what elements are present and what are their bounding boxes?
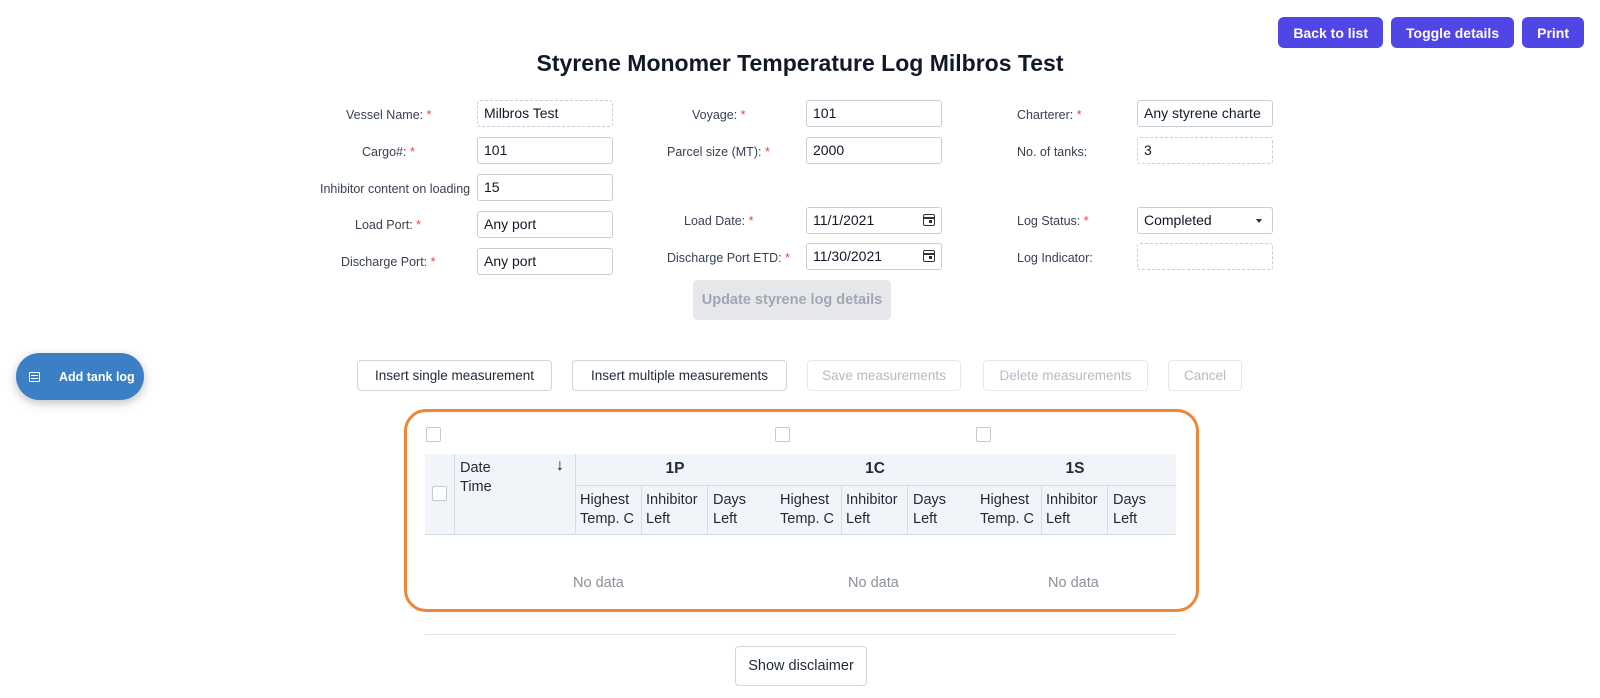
log-status-select[interactable]: Completed [1137,207,1273,234]
voyage-label: Voyage: * [692,108,746,122]
arrow-down-icon[interactable]: ↓ [556,457,564,475]
group-checkbox-1s[interactable] [976,427,991,442]
col-header-1c-temp: Highest Temp. C [780,492,834,527]
cancel-button[interactable]: Cancel [1168,360,1242,391]
log-indicator-field [1137,243,1273,270]
discharge-port-field[interactable]: Any port [477,248,613,275]
discharge-etd-label: Discharge Port ETD: * [667,251,790,265]
add-tank-log-label: Add tank log [59,369,135,384]
group-header-1c: 1C [865,460,885,477]
cargo-field[interactable]: 101 [477,137,613,164]
add-tank-log-button[interactable]: Add tank log [16,353,144,400]
save-measurements-button[interactable]: Save measurements [807,360,961,391]
top-actions: Back to list Toggle details Print [1278,17,1584,48]
charterer-label: Charterer: * [1017,108,1082,122]
divider [425,634,1176,635]
log-status-label: Log Status: * [1017,214,1089,228]
chevron-down-icon [1256,219,1262,223]
table-icon [29,371,40,382]
load-date-field[interactable]: 11/1/2021 [806,207,942,234]
toggle-details-button[interactable]: Toggle details [1391,17,1515,48]
col-header-1p-days: Days Left [713,492,747,527]
load-date-label: Load Date: * [684,214,754,228]
load-port-label: Load Port: * [355,218,422,232]
back-to-list-button[interactable]: Back to list [1278,17,1384,48]
parcel-size-field[interactable]: 2000 [806,137,942,164]
col-header-1p-temp: Highest Temp. C [580,492,634,527]
parcel-size-label: Parcel size (MT): * [667,145,770,159]
col-header-1c-inhibitor: Inhibitor Left [846,492,898,527]
update-log-details-button[interactable]: Update styrene log details [693,280,891,320]
calendar-icon[interactable] [923,214,935,226]
inhibitor-content-label: Inhibitor content on loading [320,182,471,196]
vessel-name-label: Vessel Name: * [346,108,432,122]
date-time-header[interactable]: Date Time [460,459,492,497]
calendar-icon[interactable] [923,250,935,262]
col-header-1s-temp: Highest Temp. C [980,492,1034,527]
col-header-1c-days: Days Left [913,492,947,527]
discharge-etd-field[interactable]: 11/30/2021 [806,243,942,270]
vessel-name-field: Milbros Test [477,100,613,127]
insert-single-measurement-button[interactable]: Insert single measurement [357,360,552,391]
charterer-field[interactable]: Any styrene charte [1137,100,1273,127]
col-header-1s-days: Days Left [1113,492,1147,527]
cargo-label: Cargo#: * [362,145,415,159]
voyage-field[interactable]: 101 [806,100,942,127]
print-button[interactable]: Print [1522,17,1584,48]
no-data-1s: No data [1048,575,1099,591]
group-checkbox-1p[interactable] [426,427,441,442]
show-disclaimer-button[interactable]: Show disclaimer [735,646,867,686]
group-checkbox-1c[interactable] [775,427,790,442]
tanks-label: No. of tanks: [1017,145,1088,159]
group-header-1p: 1P [665,460,685,477]
discharge-port-label: Discharge Port: * [341,255,436,269]
col-header-1s-inhibitor: Inhibitor Left [1046,492,1098,527]
load-port-field[interactable]: Any port [477,211,613,238]
delete-measurements-button[interactable]: Delete measurements [983,360,1148,391]
col-header-1p-inhibitor: Inhibitor Left [646,492,698,527]
no-data-1p: No data [573,575,624,591]
group-header-1s: 1S [1065,460,1085,477]
log-indicator-label: Log Indicator: [1017,251,1093,265]
inhibitor-content-field[interactable]: 15 [477,174,613,201]
select-all-checkbox[interactable] [432,486,447,501]
tanks-field: 3 [1137,137,1273,164]
insert-multiple-measurements-button[interactable]: Insert multiple measurements [572,360,787,391]
page-title: Styrene Monomer Temperature Log Milbros … [536,50,1064,76]
no-data-1c: No data [848,575,899,591]
